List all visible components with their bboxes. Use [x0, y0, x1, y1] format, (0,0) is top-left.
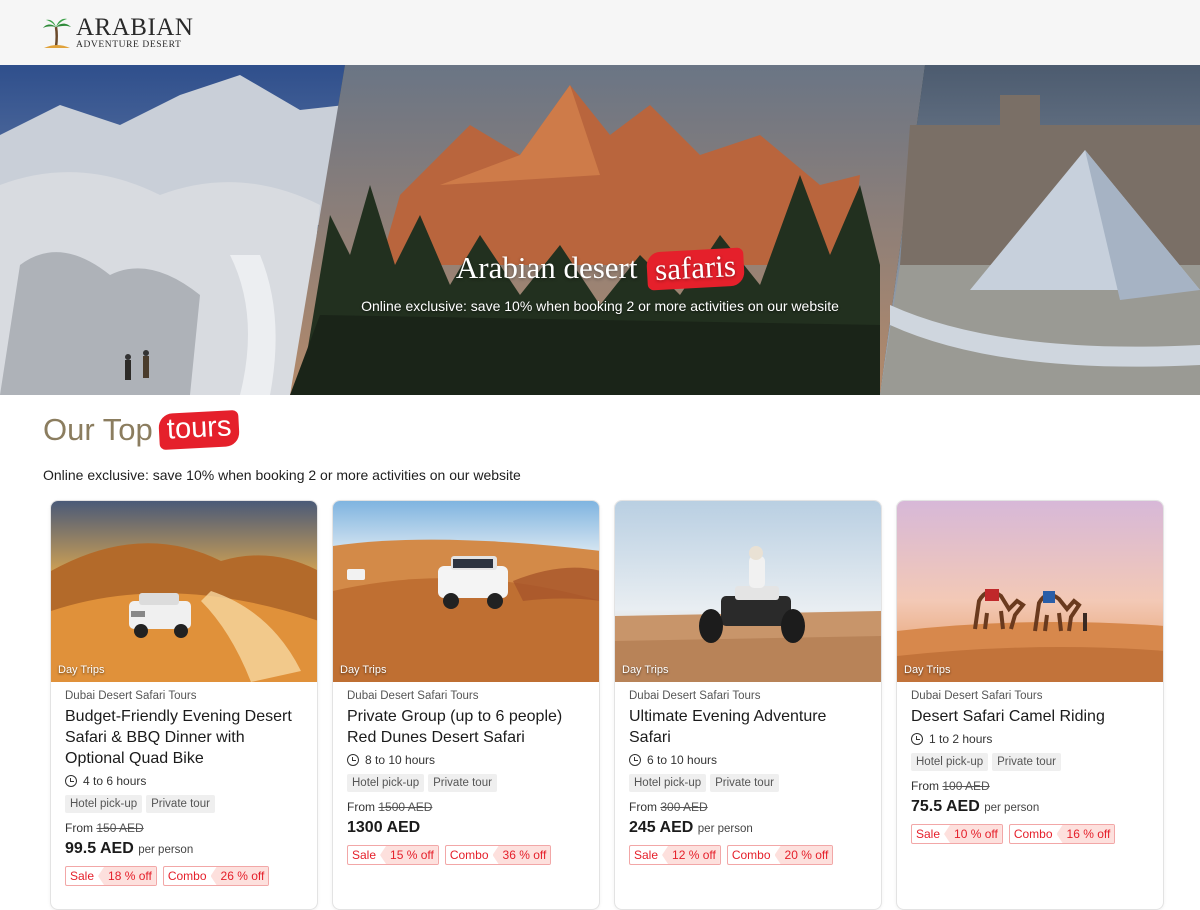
- tour-category: Day Trips: [622, 664, 669, 676]
- old-price: 100 AED: [942, 779, 990, 793]
- tour-image[interactable]: Day Trips: [333, 501, 599, 682]
- tour-category: Day Trips: [58, 664, 105, 676]
- sale-badge: Sale 15 % off: [347, 845, 439, 865]
- tag-private-tour: Private tour: [428, 774, 497, 792]
- tour-duration: 1 to 2 hours: [911, 732, 1149, 746]
- tour-title[interactable]: Private Group (up to 6 people) Red Dunes…: [347, 706, 585, 748]
- tour-card-list: Day Trips Dubai Desert Safari Tours Budg…: [50, 500, 1164, 910]
- tour-duration: 8 to 10 hours: [347, 753, 585, 767]
- top-tours-section: Our Top tours Online exclusive: save 10%…: [0, 395, 1200, 483]
- from-label: From: [347, 800, 375, 814]
- current-price: 99.5 AED per person: [65, 840, 303, 858]
- brand-tagline: ADVENTURE DESERT: [76, 39, 182, 50]
- price-value: 99.5 AED: [65, 840, 134, 857]
- tag-hotel-pickup: Hotel pick-up: [65, 795, 143, 813]
- tour-card[interactable]: Day Trips Dubai Desert Safari Tours Budg…: [50, 500, 318, 910]
- old-price: 1500 AED: [378, 800, 433, 814]
- tour-duration: 6 to 10 hours: [629, 753, 867, 767]
- old-price: 150 AED: [96, 821, 144, 835]
- site-header: ARABIAN ADVENTURE DESERT: [0, 0, 1200, 65]
- discount-badges: Sale 10 % off Combo 16 % off: [911, 824, 1149, 844]
- site-logo[interactable]: ARABIAN ADVENTURE DESERT: [42, 15, 193, 51]
- tour-image[interactable]: Day Trips: [897, 501, 1163, 682]
- price-from: From 300 AED: [629, 800, 867, 814]
- tour-tags: Hotel pick-up Private tour: [347, 774, 585, 792]
- sale-badge: Sale 12 % off: [629, 845, 721, 865]
- hero-banner: Arabian desert safaris Online exclusive:…: [0, 65, 1200, 395]
- combo-badge: Combo 16 % off: [1008, 824, 1116, 844]
- from-label: From: [911, 779, 939, 793]
- tour-tags: Hotel pick-up Private tour: [65, 795, 303, 813]
- tour-tags: Hotel pick-up Private tour: [911, 753, 1149, 771]
- tag-private-tour: Private tour: [710, 774, 779, 792]
- price-value: 245 AED: [629, 819, 694, 836]
- tag-private-tour: Private tour: [992, 753, 1061, 771]
- tag-hotel-pickup: Hotel pick-up: [629, 774, 707, 792]
- tour-card[interactable]: Day Trips Dubai Desert Safari Tours Ulti…: [614, 500, 882, 910]
- tour-card[interactable]: Day Trips Dubai Desert Safari Tours Priv…: [332, 500, 600, 910]
- tour-duration-text: 8 to 10 hours: [365, 753, 436, 767]
- tour-duration: 4 to 6 hours: [65, 774, 303, 788]
- hero-subtitle: Online exclusive: save 10% when booking …: [361, 298, 839, 314]
- combo-badge: Combo 20 % off: [726, 845, 834, 865]
- old-price: 300 AED: [660, 800, 708, 814]
- combo-badge: Combo 26 % off: [162, 866, 270, 886]
- hero-title-prefix: Arabian desert: [455, 250, 638, 285]
- tour-title[interactable]: Ultimate Evening Adventure Safari: [629, 706, 867, 748]
- palm-tree-icon: [42, 17, 72, 49]
- current-price: 1300 AED: [347, 819, 585, 837]
- per-person: per person: [984, 802, 1040, 814]
- tour-card[interactable]: Day Trips Dubai Desert Safari Tours Dese…: [896, 500, 1164, 910]
- tour-tags: Hotel pick-up Private tour: [629, 774, 867, 792]
- tour-duration-text: 6 to 10 hours: [647, 753, 718, 767]
- per-person: per person: [138, 844, 194, 856]
- from-label: From: [629, 800, 657, 814]
- from-label: From: [65, 821, 93, 835]
- current-price: 245 AED per person: [629, 819, 867, 837]
- hero-title: Arabian desert safaris: [0, 247, 1200, 291]
- hero-title-highlight: safaris: [646, 247, 746, 291]
- price-value: 75.5 AED: [911, 798, 980, 815]
- clock-icon: [65, 775, 77, 787]
- sale-badge: Sale 18 % off: [65, 866, 157, 886]
- discount-badges: Sale 12 % off Combo 20 % off: [629, 845, 867, 865]
- tour-category: Day Trips: [340, 664, 387, 676]
- section-title-prefix: Our Top: [43, 412, 153, 447]
- section-title: Our Top tours: [43, 409, 1200, 451]
- price-from: From 1500 AED: [347, 800, 585, 814]
- tour-provider: Dubai Desert Safari Tours: [347, 690, 479, 702]
- current-price: 75.5 AED per person: [911, 798, 1149, 816]
- tour-title[interactable]: Desert Safari Camel Riding: [911, 706, 1149, 727]
- price-value: 1300 AED: [347, 819, 421, 836]
- hero-collage-image: [0, 65, 1200, 395]
- combo-badge: Combo 36 % off: [444, 845, 552, 865]
- tour-duration-text: 4 to 6 hours: [83, 774, 147, 788]
- tour-category: Day Trips: [904, 664, 951, 676]
- tag-hotel-pickup: Hotel pick-up: [347, 774, 425, 792]
- tag-hotel-pickup: Hotel pick-up: [911, 753, 989, 771]
- clock-icon: [911, 733, 923, 745]
- discount-badges: Sale 15 % off Combo 36 % off: [347, 845, 585, 865]
- tour-provider: Dubai Desert Safari Tours: [629, 690, 761, 702]
- clock-icon: [347, 754, 359, 766]
- tour-duration-text: 1 to 2 hours: [929, 732, 993, 746]
- price-from: From 150 AED: [65, 821, 303, 835]
- tour-image[interactable]: Day Trips: [615, 501, 881, 682]
- per-person: per person: [697, 823, 753, 835]
- clock-icon: [629, 754, 641, 766]
- discount-badges: Sale 18 % off Combo 26 % off: [65, 866, 303, 886]
- tour-provider: Dubai Desert Safari Tours: [911, 690, 1043, 702]
- section-subtitle: Online exclusive: save 10% when booking …: [43, 467, 521, 483]
- tour-provider: Dubai Desert Safari Tours: [65, 690, 197, 702]
- brand-name: ARABIAN: [76, 13, 194, 41]
- hero-text: Arabian desert safaris Online exclusive:…: [0, 247, 1200, 314]
- section-title-highlight: tours: [157, 409, 241, 451]
- tour-image[interactable]: Day Trips: [51, 501, 317, 682]
- price-from: From 100 AED: [911, 779, 1149, 793]
- tour-title[interactable]: Budget-Friendly Evening Desert Safari & …: [65, 706, 303, 769]
- tag-private-tour: Private tour: [146, 795, 215, 813]
- sale-badge: Sale 10 % off: [911, 824, 1003, 844]
